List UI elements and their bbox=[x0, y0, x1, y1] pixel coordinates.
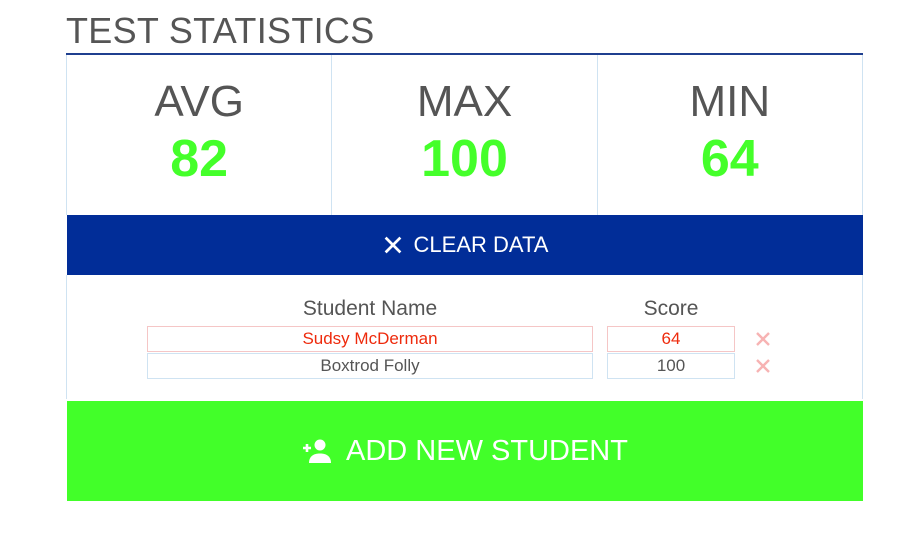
stat-min: MIN 64 bbox=[598, 55, 862, 215]
stat-max-value: 100 bbox=[421, 130, 508, 188]
clear-data-button[interactable]: CLEAR DATA bbox=[67, 215, 863, 275]
close-icon bbox=[384, 236, 401, 254]
stat-min-label: MIN bbox=[689, 77, 771, 126]
score-input[interactable] bbox=[607, 326, 735, 352]
student-name-header: Student Name bbox=[302, 297, 438, 320]
stat-avg-value: 82 bbox=[170, 130, 229, 188]
add-new-student-label: ADD NEW STUDENT bbox=[346, 434, 628, 467]
stat-avg: AVG 82 bbox=[67, 55, 333, 215]
score-input[interactable] bbox=[607, 353, 735, 379]
table-row bbox=[147, 353, 787, 379]
table-row bbox=[147, 326, 787, 352]
student-name-input[interactable] bbox=[147, 353, 593, 379]
stat-min-value: 64 bbox=[700, 130, 759, 188]
stat-avg-label: AVG bbox=[154, 77, 244, 126]
stats-row: AVG 82 MAX 100 MIN 64 bbox=[66, 55, 863, 215]
statistics-panel: AVG 82 MAX 100 MIN 64 CLEAR DATA Student… bbox=[66, 53, 863, 501]
student-name-input[interactable] bbox=[147, 326, 593, 352]
page-title: TEST STATISTICS bbox=[66, 10, 375, 51]
remove-row-icon[interactable] bbox=[753, 329, 773, 349]
stat-max-label: MAX bbox=[416, 77, 513, 126]
score-header: Score bbox=[643, 297, 699, 320]
person-add-icon bbox=[303, 439, 332, 463]
stat-max: MAX 100 bbox=[332, 55, 598, 215]
add-new-student-button[interactable]: ADD NEW STUDENT bbox=[67, 401, 863, 501]
students-table: Student Name Score bbox=[66, 275, 863, 399]
clear-data-label: CLEAR DATA bbox=[413, 232, 549, 257]
remove-row-icon[interactable] bbox=[753, 356, 773, 376]
